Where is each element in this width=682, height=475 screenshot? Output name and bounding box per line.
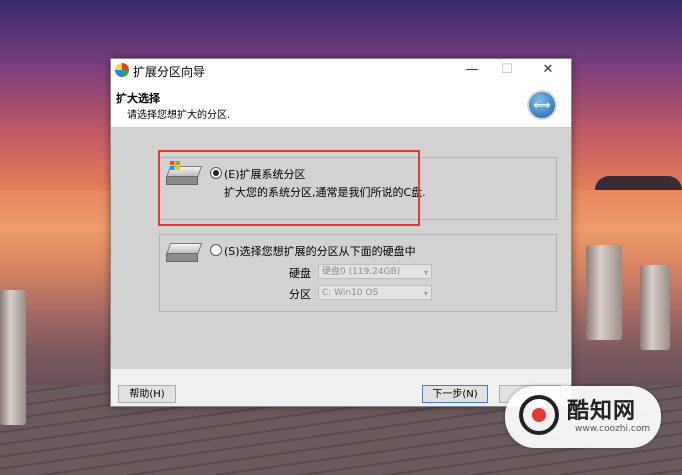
option-system-description: 扩大您的系统分区,通常是我们所说的C盘. xyxy=(224,186,426,199)
wizard-footer: 帮助(H) 下一步(N) xyxy=(111,369,571,406)
disk-label: 硬盘 xyxy=(289,267,311,280)
watermark-name: 酷知网 xyxy=(567,398,637,424)
header-subtitle: 请选择您想扩大的分区. xyxy=(127,110,231,121)
dock-post xyxy=(586,245,622,340)
chevron-down-icon: ▾ xyxy=(423,268,428,277)
close-button[interactable]: ✕ xyxy=(537,61,559,79)
watermark-url: www.coozhi.com xyxy=(575,424,651,434)
title-bar[interactable]: 扩展分区向导 — ☐ ✕ xyxy=(111,59,571,82)
maximize-button[interactable]: ☐ xyxy=(496,61,518,79)
hard-drive-icon xyxy=(165,243,203,262)
partition-select[interactable]: C: Win10 OS ▾ xyxy=(318,285,432,300)
windows-logo-icon xyxy=(170,161,180,170)
watermark-badge: 酷知网 www.coozhi.com xyxy=(505,386,661,448)
disk-select-value: 硬盘0 (119.24GB) xyxy=(322,267,401,277)
watermark-logo-icon xyxy=(519,395,559,435)
minimize-button[interactable]: — xyxy=(461,61,483,79)
expand-arrows-icon: ⟺ xyxy=(527,90,557,120)
radio-extend-system[interactable] xyxy=(210,167,222,179)
option-system-label: (E)扩展系统分区 xyxy=(224,168,306,181)
partition-label: 分区 xyxy=(289,288,311,301)
wizard-window: 扩展分区向导 — ☐ ✕ 扩大选择 请选择您想扩大的分区. ⟺ (E)扩展系统分… xyxy=(110,58,572,407)
wizard-header: 扩大选择 请选择您想扩大的分区. ⟺ xyxy=(111,82,571,128)
disk-select[interactable]: 硬盘0 (119.24GB) ▾ xyxy=(318,264,432,279)
wizard-body: (E)扩展系统分区 扩大您的系统分区,通常是我们所说的C盘. (S)选择您想扩展… xyxy=(111,128,571,369)
option-system-partition[interactable]: (E)扩展系统分区 扩大您的系统分区,通常是我们所说的C盘. xyxy=(159,157,557,220)
dock-post xyxy=(0,290,26,425)
window-title: 扩展分区向导 xyxy=(133,65,206,79)
option-select-label: (S)选择您想扩展的分区从下面的硬盘中 xyxy=(224,245,416,258)
header-title: 扩大选择 xyxy=(116,92,160,105)
option-select-partition[interactable]: (S)选择您想扩展的分区从下面的硬盘中 硬盘 硬盘0 (119.24GB) ▾ … xyxy=(159,234,557,312)
next-button[interactable]: 下一步(N) xyxy=(422,385,488,403)
dock-post xyxy=(640,265,670,350)
chevron-down-icon: ▾ xyxy=(423,289,428,298)
radio-select-partition[interactable] xyxy=(210,244,222,256)
island xyxy=(595,176,682,190)
app-icon xyxy=(115,63,129,77)
help-button[interactable]: 帮助(H) xyxy=(118,385,176,403)
partition-select-value: C: Win10 OS xyxy=(322,288,379,298)
